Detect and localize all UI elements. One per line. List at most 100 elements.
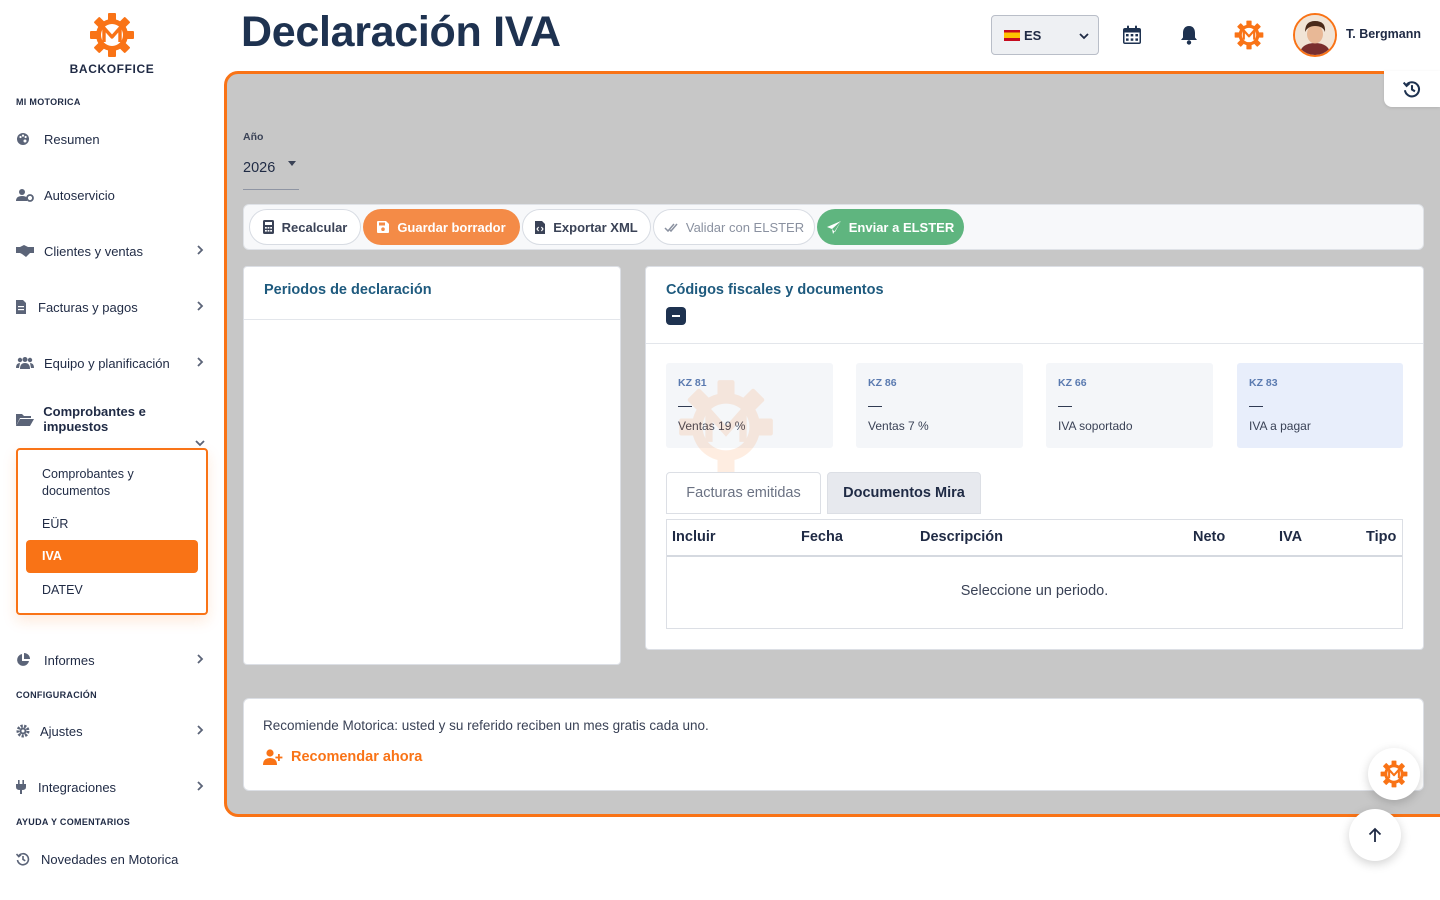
column-header-fecha[interactable]: Fecha — [801, 529, 843, 545]
invoice-icon — [16, 299, 30, 315]
kpi-label: IVA soportado — [1058, 419, 1133, 433]
arrow-up-icon — [1368, 827, 1382, 842]
user-name[interactable]: T. Bergmann — [1346, 27, 1421, 41]
column-header-tipo[interactable]: Tipo — [1366, 529, 1396, 545]
kpi-kz83: KZ 83 — IVA a pagar — [1237, 363, 1403, 448]
history-button[interactable] — [1384, 71, 1440, 107]
plug-icon — [16, 779, 30, 795]
user-gear-icon — [16, 187, 36, 203]
tab-documentos-mira[interactable]: Documentos Mira — [827, 472, 981, 514]
column-header-incluir[interactable]: Incluir — [672, 529, 716, 545]
tab-facturas-emitidas[interactable]: Facturas emitidas — [666, 472, 821, 514]
submenu-item-comprobantes-documentos[interactable]: Comprobantes y documentos — [42, 466, 192, 500]
sidebar-item-clientes-ventas[interactable]: Clientes y ventas — [16, 239, 208, 263]
submenu-item-iva[interactable]: IVA — [26, 540, 198, 573]
kpi-kz66: KZ 66 — IVA soportado — [1046, 363, 1213, 448]
chevron-right-icon — [197, 725, 204, 735]
year-label: Año — [243, 131, 264, 143]
language-value: ES — [1024, 27, 1042, 43]
year-select[interactable]: 2026 — [243, 160, 275, 176]
folder-open-icon — [16, 411, 35, 427]
sidebar-item-informes[interactable]: Informes — [16, 648, 208, 672]
sidebar-item-label: Novedades en Motorica — [41, 851, 179, 867]
chevron-right-icon — [197, 654, 204, 664]
calendar-button[interactable] — [1119, 20, 1145, 50]
scroll-to-top-button[interactable] — [1349, 809, 1401, 861]
validate-elster-label: Validar con ELSTER — [685, 219, 805, 235]
motorica-gear-icon — [1234, 20, 1264, 50]
motorica-gear-icon — [1380, 760, 1408, 788]
send-elster-button[interactable]: Enviar a ELSTER — [817, 209, 964, 245]
kpi-label: Ventas 7 % — [868, 419, 929, 433]
caret-down-icon[interactable] — [287, 160, 297, 168]
periods-card-divider — [244, 319, 620, 320]
submenu-item-eur[interactable]: EÜR — [42, 516, 68, 533]
brand-logo[interactable]: BACKOFFICE — [0, 12, 224, 76]
spain-flag-icon — [1004, 29, 1020, 41]
motorica-app-button[interactable] — [1234, 20, 1264, 50]
bell-icon — [1181, 26, 1197, 45]
kpi-value: — — [868, 397, 882, 413]
submenu-item-datev[interactable]: DATEV — [42, 582, 83, 599]
palette-icon — [16, 131, 36, 147]
documents-table: Incluir Fecha Descripción Neto IVA Tipo … — [666, 519, 1403, 629]
chevron-down-icon — [1079, 33, 1089, 40]
chevron-right-icon — [197, 301, 204, 311]
sidebar-item-label: Integraciones — [38, 779, 117, 795]
language-select[interactable]: ES — [991, 15, 1099, 55]
gear-icon — [16, 723, 32, 739]
referral-card: Recomiende Motorica: usted y su referido… — [243, 698, 1424, 791]
recalculate-label: Recalcular — [281, 219, 348, 235]
sidebar-item-autoservicio[interactable]: Autoservicio — [16, 183, 208, 207]
sidebar-item-label: Ajustes — [40, 723, 83, 739]
sidebar-item-label: Equipo y planificación — [44, 355, 170, 371]
referral-link-label: Recomendar ahora — [291, 749, 423, 765]
sidebar-item-label: Comprobantes e impuestos — [43, 404, 146, 434]
user-avatar[interactable] — [1293, 13, 1337, 57]
column-header-iva[interactable]: IVA — [1279, 529, 1302, 545]
user-plus-icon — [263, 749, 283, 765]
calendar-icon — [1123, 25, 1141, 44]
sidebar-item-resumen[interactable]: Resumen — [16, 127, 208, 151]
kpi-value: — — [1249, 397, 1263, 413]
pie-chart-icon — [16, 652, 36, 668]
save-draft-button[interactable]: Guardar borrador — [363, 209, 520, 245]
kpi-value: — — [1058, 397, 1072, 413]
action-toolbar: Recalcular Guardar borrador Exportar XML… — [243, 204, 1424, 250]
file-code-icon — [535, 220, 546, 234]
sidebar: BACKOFFICE MI MOTORICA Resumen Autoservi… — [0, 0, 224, 900]
validate-elster-button[interactable]: Validar con ELSTER — [653, 209, 815, 245]
calculator-icon — [262, 220, 274, 234]
kpi-code: KZ 66 — [1058, 377, 1087, 389]
sidebar-item-label: Facturas y pagos — [38, 299, 138, 315]
user-portrait-icon — [1295, 15, 1335, 55]
sidebar-item-ajustes[interactable]: Ajustes — [16, 719, 208, 743]
referral-link[interactable]: Recomendar ahora — [263, 749, 422, 765]
sidebar-item-facturas-pagos[interactable]: Facturas y pagos — [16, 295, 208, 319]
sidebar-item-comprobantes-impuestos[interactable]: Comprobantes e impuestos — [16, 404, 208, 447]
export-xml-button[interactable]: Exportar XML — [522, 209, 651, 245]
codes-card-title: Códigos fiscales y documentos — [666, 282, 884, 298]
page-title: Declaración IVA — [241, 8, 561, 56]
assistant-fab[interactable] — [1368, 748, 1420, 800]
minus-icon — [672, 315, 680, 317]
chevron-right-icon — [197, 245, 204, 255]
sidebar-item-equipo[interactable]: Equipo y planificación — [16, 351, 208, 375]
sidebar-item-integraciones[interactable]: Integraciones — [16, 775, 208, 799]
notifications-button[interactable] — [1176, 20, 1202, 50]
motorica-gear-logo-icon — [90, 13, 134, 57]
floppy-disk-icon — [377, 221, 390, 233]
codes-card-divider — [646, 343, 1423, 344]
column-header-descripcion[interactable]: Descripción — [920, 529, 1003, 545]
collapse-button[interactable] — [666, 307, 686, 325]
year-select-underline — [243, 189, 299, 190]
save-draft-label: Guardar borrador — [397, 219, 506, 235]
empty-state-message: Seleccione un periodo. — [960, 583, 1109, 599]
export-xml-label: Exportar XML — [553, 219, 638, 235]
sidebar-item-novedades[interactable]: Novedades en Motorica — [16, 847, 208, 871]
watermark-logo-icon — [679, 380, 773, 474]
kpi-label: IVA a pagar — [1249, 419, 1311, 433]
users-icon — [16, 355, 36, 371]
recalculate-button[interactable]: Recalcular — [249, 209, 361, 245]
column-header-neto[interactable]: Neto — [1193, 529, 1225, 545]
